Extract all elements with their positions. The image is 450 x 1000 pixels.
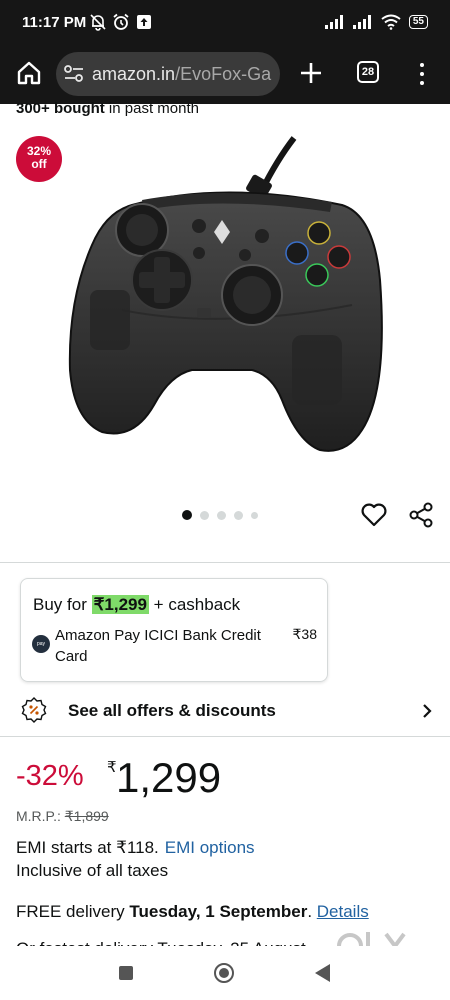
share-icon[interactable] [407,501,435,529]
tab-switcher-button[interactable]: 28 [357,61,379,83]
home-icon[interactable] [16,60,42,86]
credit-card-name: Amazon Pay ICICI Bank Credit Card [55,627,261,665]
buy-suffix: + cashback [148,595,241,614]
see-all-offers-label: See all offers & discounts [68,701,276,720]
carousel-dot[interactable] [234,510,243,520]
home-circle-icon[interactable] [214,963,234,983]
wishlist-heart-icon[interactable] [360,502,388,528]
delivery-dot: . [307,902,317,921]
recent-apps-icon[interactable] [119,966,133,980]
image-carousel-dots[interactable] [182,510,258,520]
delivery-prefix: FREE delivery [16,902,130,921]
signal-icon [324,15,343,29]
mrp-value: ₹1,899 [64,808,109,824]
divider [0,736,450,737]
carousel-dot[interactable] [251,511,258,519]
emi-line: EMI starts at ₹118. EMI options [16,838,255,858]
discount-badge: 32% off [16,136,62,182]
bought-rest: in past month [104,100,199,117]
more-menu-icon[interactable] [412,60,432,88]
status-left-icons [90,13,152,31]
alarm-icon [113,13,129,30]
discount-badge-off: off [31,157,47,171]
amazon-pay-logo: pay [32,635,50,653]
cashback-amount: ₹38 [292,626,317,642]
cashback-offer-card[interactable]: Buy for ₹1,299 + cashback pay Amazon Pay… [20,578,328,682]
bell-muted-icon [90,14,106,31]
status-time: 11:17 PM [22,14,87,31]
bought-count: 300+ bought [16,100,105,117]
browser-toolbar: amazon.in/EvoFox-Ga 28 [0,46,450,104]
carousel-dot[interactable] [182,510,192,520]
emi-options-link[interactable]: EMI options [165,838,255,857]
mrp-label: M.R.P.: [16,808,65,824]
price-value: 1,299 [116,754,222,801]
carousel-dot[interactable] [200,510,209,520]
url-bar[interactable]: amazon.in/EvoFox-Ga [56,52,280,96]
status-bar: 11:17 PM 55 [0,0,450,46]
carousel-dot[interactable] [217,510,226,520]
new-tab-icon[interactable] [296,58,326,88]
battery-indicator: 55 [408,15,428,29]
delivery-line: FREE delivery Tuesday, 1 September. Deta… [16,902,369,922]
emi-text: EMI starts at ₹118. [16,838,159,857]
buy-price: ₹1,299 [91,595,149,614]
back-triangle-icon[interactable] [315,964,330,982]
divider [0,562,450,563]
see-all-offers-row[interactable]: See all offers & discounts [0,690,450,734]
chevron-right-icon [423,704,432,718]
status-right-icons: 55 [324,14,428,30]
product-image-gamepad[interactable] [62,130,392,475]
url-text[interactable]: amazon.in/EvoFox-Ga [92,64,271,85]
wifi-icon [381,14,401,30]
buy-for-line: Buy for ₹1,299 + cashback [33,595,240,615]
mrp-line: M.R.P.: ₹1,899 [16,808,109,825]
site-settings-icon[interactable] [64,65,84,83]
android-nav-bar [0,946,450,1000]
signal-icon-2 [352,15,371,29]
url-host: amazon.in [92,63,176,84]
percent-offer-icon [21,697,47,723]
delivery-date: Tuesday, 1 September [129,902,308,921]
url-path: /EvoFox-Ga [175,63,272,84]
upload-icon [137,15,151,29]
discount-percentage: -32% [16,760,84,792]
taxes-note: Inclusive of all taxes [16,861,169,880]
delivery-details-link[interactable]: Details [317,902,369,921]
buy-prefix: Buy for [33,595,92,614]
bought-in-past-month: 300+ bought in past month [16,100,199,117]
